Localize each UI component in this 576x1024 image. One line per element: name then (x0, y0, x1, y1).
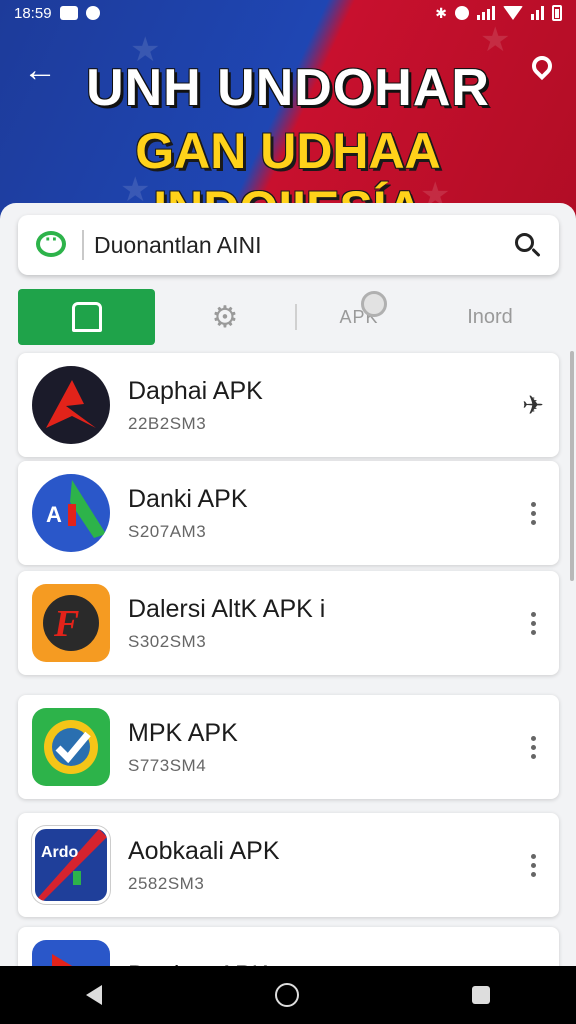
bluetooth-icon: ✱ (435, 4, 447, 21)
app-name: Aobkaali APK (128, 836, 280, 865)
status-time: 18:59 (14, 4, 52, 22)
app-name: Dalersi AltK APK i (128, 594, 326, 623)
header-banner: ★ ★ ★ ★ 18:59 ✱ ← UNH UNDOHAR GAN UDHAA … (0, 0, 576, 230)
app-name: MPK APK (128, 718, 238, 747)
app-logo-icon (32, 708, 110, 786)
scrollbar[interactable] (570, 351, 574, 581)
signal-icon (477, 6, 495, 20)
category-tabs: ⚙ APK Inord (18, 289, 559, 345)
app-size: 22B2SM3 (128, 413, 207, 433)
search-bar[interactable] (18, 215, 559, 275)
status-bar: 18:59 ✱ (0, 0, 576, 26)
app-logo-icon: A (32, 474, 110, 552)
chat-bubble-icon (36, 229, 68, 259)
system-nav-bar (0, 966, 576, 1024)
app-size: S207AM3 (128, 521, 207, 541)
bag-icon (71, 302, 102, 332)
nav-recents-icon[interactable] (471, 986, 490, 1004)
star-decoration: ★ (480, 21, 511, 59)
tab-inord-label: Inord (467, 305, 513, 328)
tab-apk[interactable]: APK (297, 289, 421, 345)
nav-back-icon[interactable] (86, 985, 103, 1005)
more-options-icon[interactable] (513, 603, 553, 643)
tab-apk-label: APK (339, 290, 388, 327)
more-options-icon[interactable] (513, 845, 553, 885)
notification-icon (59, 6, 78, 20)
tab-bag[interactable] (18, 289, 155, 345)
list-item[interactable]: F Dalersi AltK APK i S302SM3 (18, 571, 559, 675)
list-item[interactable]: A Danki APK S207AM3 (18, 461, 559, 565)
app-logo-icon: F (32, 584, 110, 662)
more-options-icon[interactable] (513, 727, 553, 767)
app-logo-icon: Ardo (32, 826, 110, 904)
notification-icon (85, 6, 100, 20)
svg-text:F: F (53, 603, 79, 645)
app-size: S773SM4 (128, 755, 207, 775)
list-item[interactable]: Daphai APK 22B2SM3 ✈ (18, 353, 559, 457)
nav-home-icon[interactable] (274, 983, 299, 1007)
alarm-icon (455, 6, 469, 20)
wifi-icon (503, 6, 523, 20)
tab-inord[interactable]: Inord (421, 289, 559, 345)
content-sheet: ⚙ APK Inord Daphai APK 22B2SM3 ✈ A (0, 203, 576, 973)
app-size: 2582SM3 (128, 873, 205, 893)
search-divider (82, 230, 84, 260)
svg-text:A: A (46, 502, 62, 527)
app-name: Danki APK (128, 484, 248, 513)
app-size: S302SM3 (128, 631, 207, 651)
search-icon[interactable] (507, 225, 547, 265)
signal-icon (531, 6, 544, 20)
app-name: Daphai APK (128, 376, 263, 405)
svg-text:Ardo: Ardo (41, 844, 79, 861)
list-item[interactable]: MPK APK S773SM4 (18, 695, 559, 799)
more-options-icon[interactable] (513, 493, 553, 533)
search-input[interactable] (94, 231, 507, 259)
app-logo-icon (32, 366, 110, 444)
gear-icon: ⚙ (211, 300, 239, 334)
pin-icon[interactable]: ✈ (513, 385, 553, 425)
battery-icon (552, 5, 562, 21)
banner-title: UNH UNDOHAR (86, 59, 490, 117)
tab-gear[interactable]: ⚙ (155, 289, 295, 345)
list-item[interactable]: Ardo Aobkaali APK 2582SM3 (18, 813, 559, 917)
